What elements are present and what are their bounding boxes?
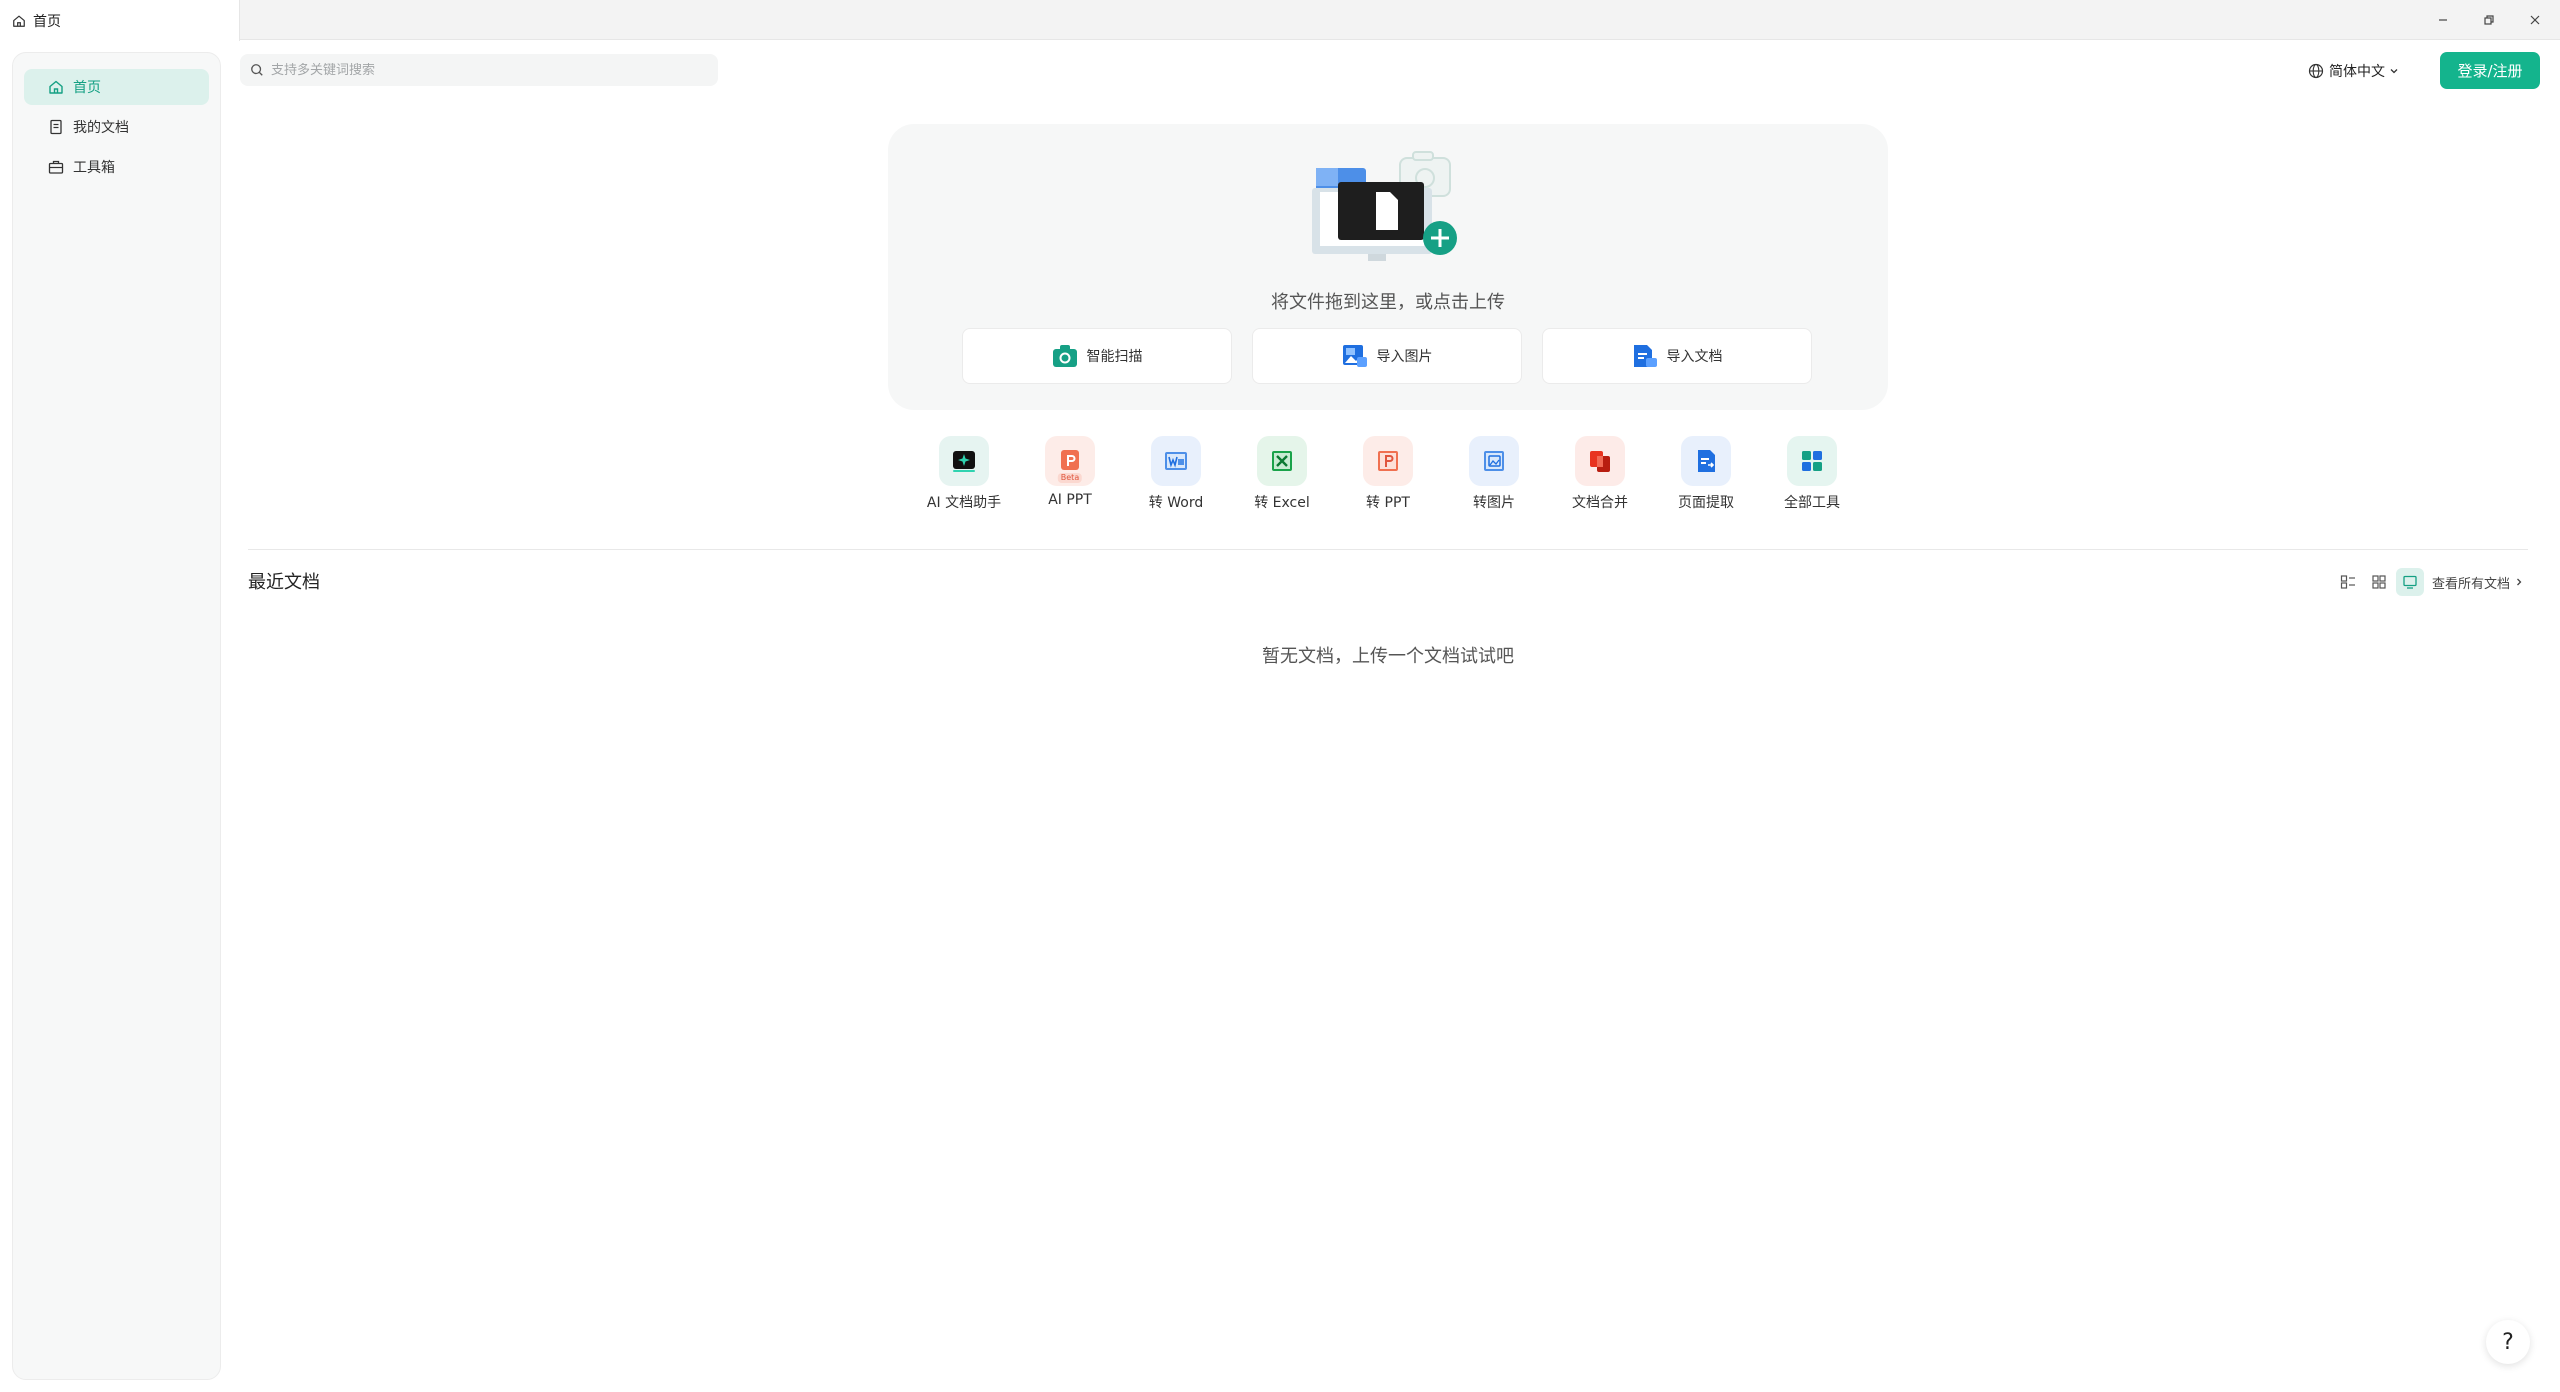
tool-label: AI PPT xyxy=(1048,492,1092,508)
language-selector[interactable]: 简体中文 xyxy=(2308,58,2405,84)
recent-documents-title: 最近文档 xyxy=(248,572,320,593)
import-document-button[interactable]: 导入文档 xyxy=(1542,328,1812,384)
smart-scan-button[interactable]: 智能扫描 xyxy=(962,328,1232,384)
empty-state-text: 暂无文档，上传一个文档试试吧 xyxy=(1262,646,1514,667)
help-button[interactable]: ? xyxy=(2486,1320,2530,1364)
sidebar-item-label: 工具箱 xyxy=(73,160,115,176)
login-label: 登录/注册 xyxy=(2457,62,2523,80)
to-image-icon xyxy=(1484,451,1504,471)
tool-to-word[interactable]: 转 Word xyxy=(1126,436,1226,512)
excel-icon xyxy=(1272,451,1292,471)
beta-badge: Beta xyxy=(1057,473,1083,483)
title-bar: 首页 xyxy=(0,0,2560,41)
tool-label: 转图片 xyxy=(1473,495,1515,511)
minimize-icon xyxy=(2439,19,2447,21)
upload-dropzone[interactable]: 将文件拖到这里，或点击上传 智能扫描 导入图片 导入文档 xyxy=(888,124,1888,410)
sidebar-item-home[interactable]: 首页 xyxy=(24,69,209,105)
tool-all-tools[interactable]: 全部工具 xyxy=(1762,436,1862,512)
upload-button-label: 智能扫描 xyxy=(1086,349,1143,365)
help-label: ? xyxy=(2502,1329,2514,1355)
close-button[interactable] xyxy=(2512,0,2558,40)
login-button[interactable]: 登录/注册 xyxy=(2440,52,2540,89)
tool-label: 全部工具 xyxy=(1784,495,1840,511)
chevron-down-icon xyxy=(2390,69,2398,74)
all-tools-icon xyxy=(1802,451,1822,471)
home-icon xyxy=(49,80,63,94)
upload-button-label: 导入图片 xyxy=(1376,349,1433,365)
upload-illustration-icon xyxy=(1312,151,1457,261)
sidebar-item-label: 首页 xyxy=(73,80,101,96)
tool-label: 转 Excel xyxy=(1254,495,1310,511)
view-controls: 查看所有文档 xyxy=(2334,568,2524,596)
camera-icon xyxy=(1052,345,1077,367)
image-icon xyxy=(1342,345,1367,367)
sidebar: 首页 我的文档 工具箱 xyxy=(12,52,221,1380)
tool-label: 转 Word xyxy=(1148,495,1204,511)
close-icon xyxy=(2530,15,2540,25)
document-import-icon xyxy=(1633,345,1657,367)
search-bar[interactable] xyxy=(240,54,718,86)
search-input[interactable] xyxy=(271,62,691,78)
grid-view-icon xyxy=(2372,575,2386,589)
sidebar-item-my-documents[interactable]: 我的文档 xyxy=(24,109,209,145)
tool-merge[interactable]: 文档合并 xyxy=(1550,436,1650,512)
minimize-button[interactable] xyxy=(2420,0,2466,40)
tool-ai-ppt[interactable]: Beta AI PPT xyxy=(1020,436,1120,508)
restore-button[interactable] xyxy=(2466,0,2512,40)
ppt-icon xyxy=(1378,451,1398,471)
merge-icon xyxy=(1590,451,1610,472)
list-view-icon xyxy=(2340,575,2355,589)
monitor-view-icon xyxy=(2403,575,2417,589)
sidebar-item-toolbox[interactable]: 工具箱 xyxy=(24,149,209,185)
tool-label: AI 文档助手 xyxy=(926,495,1002,511)
tool-to-image[interactable]: 转图片 xyxy=(1444,436,1544,512)
toolbox-icon xyxy=(48,160,64,174)
sidebar-item-label: 我的文档 xyxy=(73,120,129,136)
restore-icon xyxy=(2484,15,2494,25)
card-view-button[interactable] xyxy=(2396,568,2424,596)
word-icon xyxy=(1165,452,1187,470)
upload-button-label: 导入文档 xyxy=(1666,349,1723,365)
tool-label: 文档合并 xyxy=(1572,495,1628,511)
tool-to-excel[interactable]: 转 Excel xyxy=(1232,436,1332,512)
document-icon xyxy=(50,119,62,135)
home-tab[interactable]: 首页 xyxy=(0,0,240,41)
tool-to-ppt[interactable]: 转 PPT xyxy=(1338,436,1438,512)
divider xyxy=(248,549,2528,550)
ai-ppt-icon xyxy=(1061,450,1079,470)
home-icon xyxy=(13,15,25,27)
tool-label: 转 PPT xyxy=(1366,495,1410,511)
search-icon xyxy=(251,64,263,76)
view-all-label: 查看所有文档 xyxy=(2432,576,2511,592)
tab-label: 首页 xyxy=(33,13,61,30)
tool-label: 页面提取 xyxy=(1678,495,1734,511)
tool-page-extract[interactable]: 页面提取 xyxy=(1656,436,1756,512)
tool-ai-assistant[interactable]: AI 文档助手 xyxy=(914,436,1014,512)
chevron-right-icon xyxy=(2517,578,2522,586)
view-all-documents-link[interactable]: 查看所有文档 xyxy=(2432,573,2524,592)
upload-hint: 将文件拖到这里，或点击上传 xyxy=(1271,292,1505,313)
import-image-button[interactable]: 导入图片 xyxy=(1252,328,1522,384)
globe-icon xyxy=(2308,63,2324,79)
grid-view-button[interactable] xyxy=(2365,568,2393,596)
language-label: 简体中文 xyxy=(2329,64,2385,80)
extract-icon xyxy=(1698,450,1715,472)
ai-assistant-icon xyxy=(953,451,975,472)
list-view-button[interactable] xyxy=(2334,568,2362,596)
